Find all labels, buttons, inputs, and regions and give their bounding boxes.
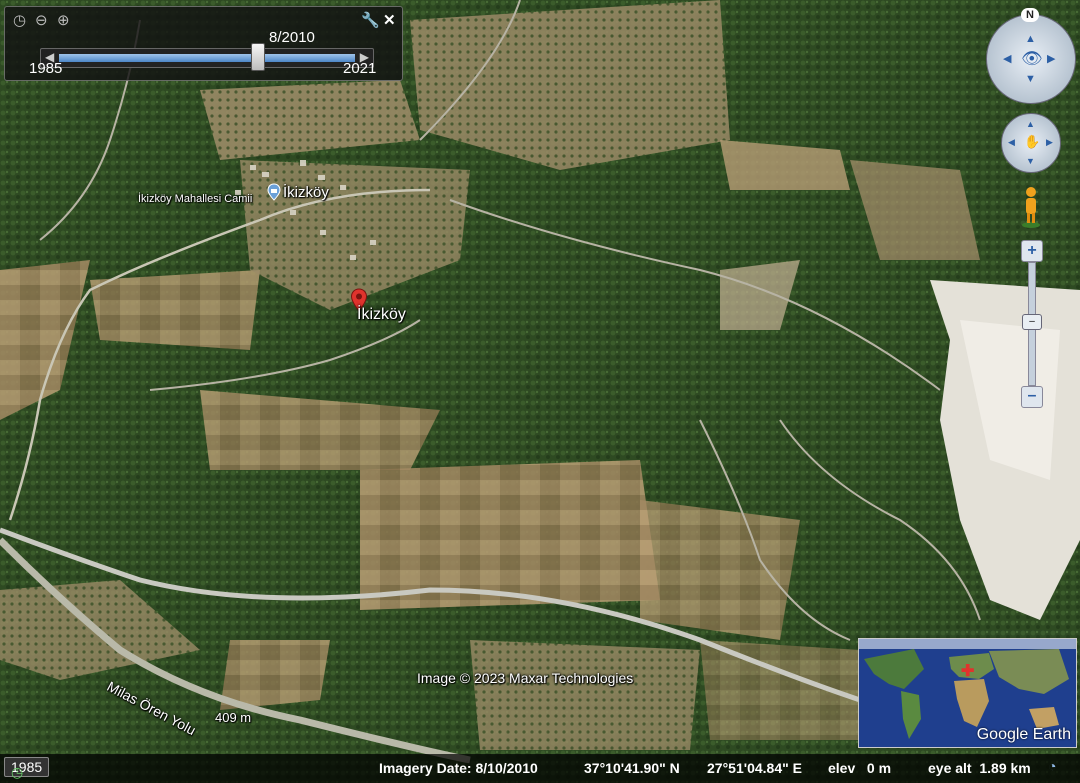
eye-icon: 👁 [1021, 49, 1043, 68]
time-slider-track[interactable]: ◀ ▶ [40, 48, 374, 68]
move-down-arrow-icon[interactable]: ▼ [1026, 156, 1035, 166]
clock-icon[interactable]: ◷ [13, 11, 26, 29]
north-label: N [1026, 9, 1034, 21]
zoom-in-time-icon[interactable]: ⊕ [57, 11, 70, 29]
zoom-out-time-icon[interactable]: ⊖ [35, 11, 48, 29]
look-left-arrow-icon[interactable]: ◀ [1003, 52, 1011, 65]
status-bar: ◷ 1985 Imagery Date: 8/10/2010 37°10'41.… [0, 754, 1080, 783]
minimap-location-icon: ✚ [961, 663, 975, 680]
north-indicator[interactable]: N [1021, 8, 1039, 22]
zoom-out-button[interactable]: – [1021, 386, 1043, 408]
scale-label: 409 m [215, 710, 252, 725]
street-view-pegman-icon[interactable] [1020, 185, 1042, 229]
google-earth-logo: Google Earth [976, 726, 1071, 743]
elevation-readout: elev 0 m [828, 760, 892, 776]
historical-imagery-panel: ◷ ⊖ ⊕ 🔧 ✕ 8/2010 ◀ ▶ 1985 2021 [4, 6, 403, 81]
copyright-text: Image © 2023 Maxar Technologies [417, 670, 634, 686]
history-icon: ◷ [11, 764, 24, 780]
longitude-readout: 27°51'04.84" E [707, 760, 802, 776]
move-left-arrow-icon[interactable]: ◀ [1008, 137, 1015, 148]
pin-label: İkizköy [357, 306, 406, 323]
look-up-arrow-icon[interactable]: ▲ [1025, 33, 1036, 45]
start-year-label: 1985 [29, 60, 63, 77]
move-right-arrow-icon[interactable]: ▶ [1046, 137, 1053, 148]
latitude-readout: 37°10'41.90" N [584, 760, 680, 776]
close-icon[interactable]: ✕ [383, 11, 396, 29]
time-slider-fill [59, 54, 355, 62]
streaming-icon: ◔ [1048, 758, 1057, 774]
zoom-thumb[interactable]: – [1022, 314, 1042, 330]
eye-altitude-readout: eye alt 1.89 km [928, 760, 1031, 776]
look-around-control[interactable]: 👁 ▲ ▼ ◀ ▶ [986, 14, 1076, 104]
look-right-arrow-icon[interactable]: ▶ [1047, 52, 1055, 65]
move-up-arrow-icon[interactable]: ▲ [1026, 119, 1035, 129]
year-button[interactable]: ◷ 1985 [4, 757, 50, 780]
current-date-label: 8/2010 [269, 29, 315, 46]
move-control[interactable]: ✋ ▲ ▼ ◀ ▶ [1001, 113, 1061, 173]
mosque-icon[interactable] [266, 183, 282, 201]
hand-icon: ✋ [1024, 134, 1041, 149]
end-year-label: 2021 [343, 60, 377, 77]
wrench-icon[interactable]: 🔧 [361, 11, 380, 29]
look-down-arrow-icon[interactable]: ▼ [1025, 73, 1036, 85]
village-label: İkizköy [283, 184, 329, 201]
imagery-date: Imagery Date: 8/10/2010 [379, 760, 538, 776]
zoom-slider[interactable]: + – – [1021, 240, 1043, 408]
mosque-label: İkizköy Mahallesi Camii [138, 193, 253, 205]
zoom-in-button[interactable]: + [1021, 240, 1043, 262]
overview-minimap[interactable]: ✚ Google Earth [858, 638, 1077, 748]
time-slider-thumb[interactable] [251, 43, 266, 71]
